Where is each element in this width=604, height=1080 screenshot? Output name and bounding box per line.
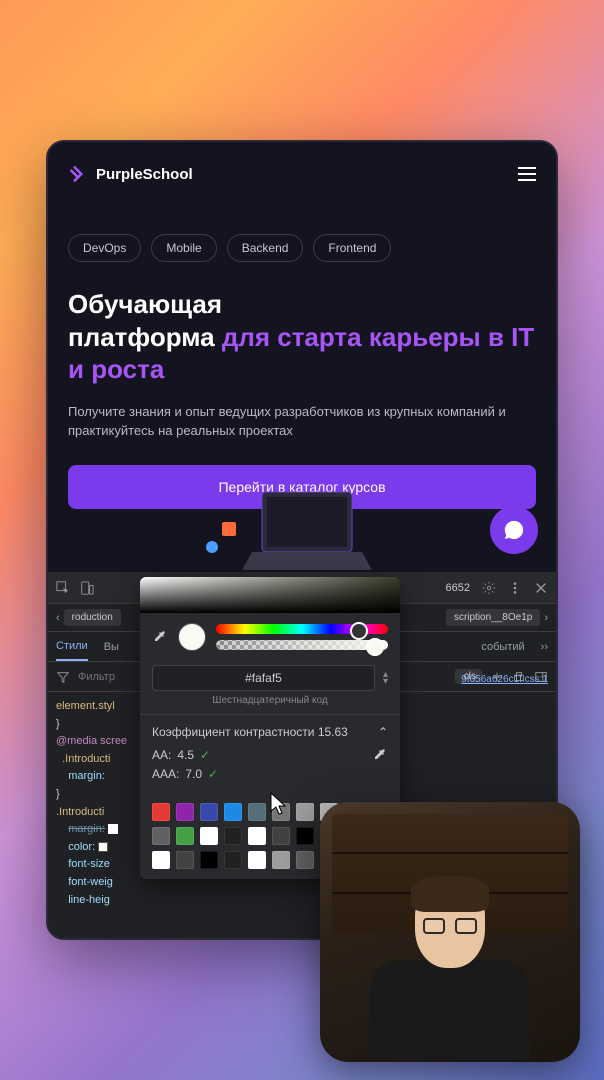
- color-swatch[interactable]: [176, 803, 194, 821]
- color-swatch[interactable]: [272, 803, 290, 821]
- kebab-icon[interactable]: [508, 581, 522, 595]
- tag-devops[interactable]: DevOps: [68, 234, 141, 262]
- tab-events[interactable]: событий: [481, 634, 524, 660]
- hero-subtitle: Получите знания и опыт ведущих разработч…: [68, 402, 536, 441]
- color-swatch[interactable]: [176, 827, 194, 845]
- tab-styles[interactable]: Стили: [56, 633, 88, 661]
- color-swatch[interactable]: [200, 851, 218, 869]
- tag-backend[interactable]: Backend: [227, 234, 304, 262]
- category-tags: DevOps Mobile Backend Frontend: [68, 234, 536, 262]
- breadcrumb-item[interactable]: scription__8Oe1p: [446, 609, 540, 626]
- toolbar-counter: 6652: [446, 582, 470, 594]
- color-swatch[interactable]: [152, 803, 170, 821]
- aaa-rating: AAA: 7.0 ✓: [152, 767, 388, 781]
- color-swatch[interactable]: [296, 851, 314, 869]
- color-swatch[interactable]: [296, 803, 314, 821]
- eyedropper-icon[interactable]: [372, 747, 388, 763]
- color-swatch[interactable]: [272, 851, 290, 869]
- chat-icon: [503, 519, 525, 541]
- color-swatch[interactable]: [224, 851, 242, 869]
- aa-rating: AA: 4.5 ✓: [152, 747, 388, 763]
- filter-icon[interactable]: [56, 670, 70, 684]
- breadcrumb-item[interactable]: roduction: [64, 609, 121, 626]
- color-swatch[interactable]: [248, 851, 266, 869]
- color-swatch[interactable]: [224, 803, 242, 821]
- device-icon[interactable]: [80, 581, 94, 595]
- color-swatch[interactable]: [224, 827, 242, 845]
- hue-slider[interactable]: [216, 624, 388, 634]
- alpha-slider[interactable]: [216, 640, 388, 650]
- color-swatch[interactable]: [152, 851, 170, 869]
- tab-more[interactable]: ››: [541, 634, 548, 660]
- tag-mobile[interactable]: Mobile: [151, 234, 216, 262]
- color-preview: [178, 623, 206, 651]
- hex-format-label: Шестнадцатеричный код: [140, 695, 400, 706]
- brand-logo[interactable]: PurpleSchool: [68, 164, 193, 184]
- format-stepper[interactable]: ▴▾: [383, 671, 388, 685]
- color-swatch[interactable]: [272, 827, 290, 845]
- inspect-icon[interactable]: [56, 581, 70, 595]
- color-swatch[interactable]: [200, 803, 218, 821]
- check-icon: ✓: [208, 767, 218, 781]
- webcam-overlay: [320, 802, 580, 1062]
- close-icon[interactable]: [534, 581, 548, 595]
- menu-button[interactable]: [518, 167, 536, 181]
- hero-title: Обучающая платформа для старта карьеры в…: [68, 288, 536, 386]
- color-swatch[interactable]: [296, 827, 314, 845]
- chevron-up-icon[interactable]: ⌃: [378, 725, 388, 739]
- eyedropper-icon[interactable]: [152, 629, 168, 645]
- color-swatch[interactable]: [200, 827, 218, 845]
- color-swatch[interactable]: [248, 803, 266, 821]
- logo-icon: [68, 164, 88, 184]
- brand-name: PurpleSchool: [96, 166, 193, 183]
- chat-button[interactable]: [490, 506, 538, 554]
- laptop-illustration: [202, 482, 402, 572]
- color-swatch[interactable]: [176, 851, 194, 869]
- tab-computed[interactable]: Вы: [104, 634, 119, 660]
- color-swatch[interactable]: [248, 827, 266, 845]
- color-swatch[interactable]: [152, 827, 170, 845]
- gear-icon[interactable]: [482, 581, 496, 595]
- source-link[interactable]: 9f056a626c1f.css:1: [461, 674, 548, 685]
- contrast-label: Коэффициент контрастности 15.63: [152, 725, 348, 739]
- check-icon: ✓: [200, 748, 210, 762]
- website-viewport: PurpleSchool DevOps Mobile Backend Front…: [48, 142, 556, 572]
- hex-input[interactable]: [152, 665, 375, 691]
- saturation-field[interactable]: [140, 577, 400, 613]
- tag-frontend[interactable]: Frontend: [313, 234, 391, 262]
